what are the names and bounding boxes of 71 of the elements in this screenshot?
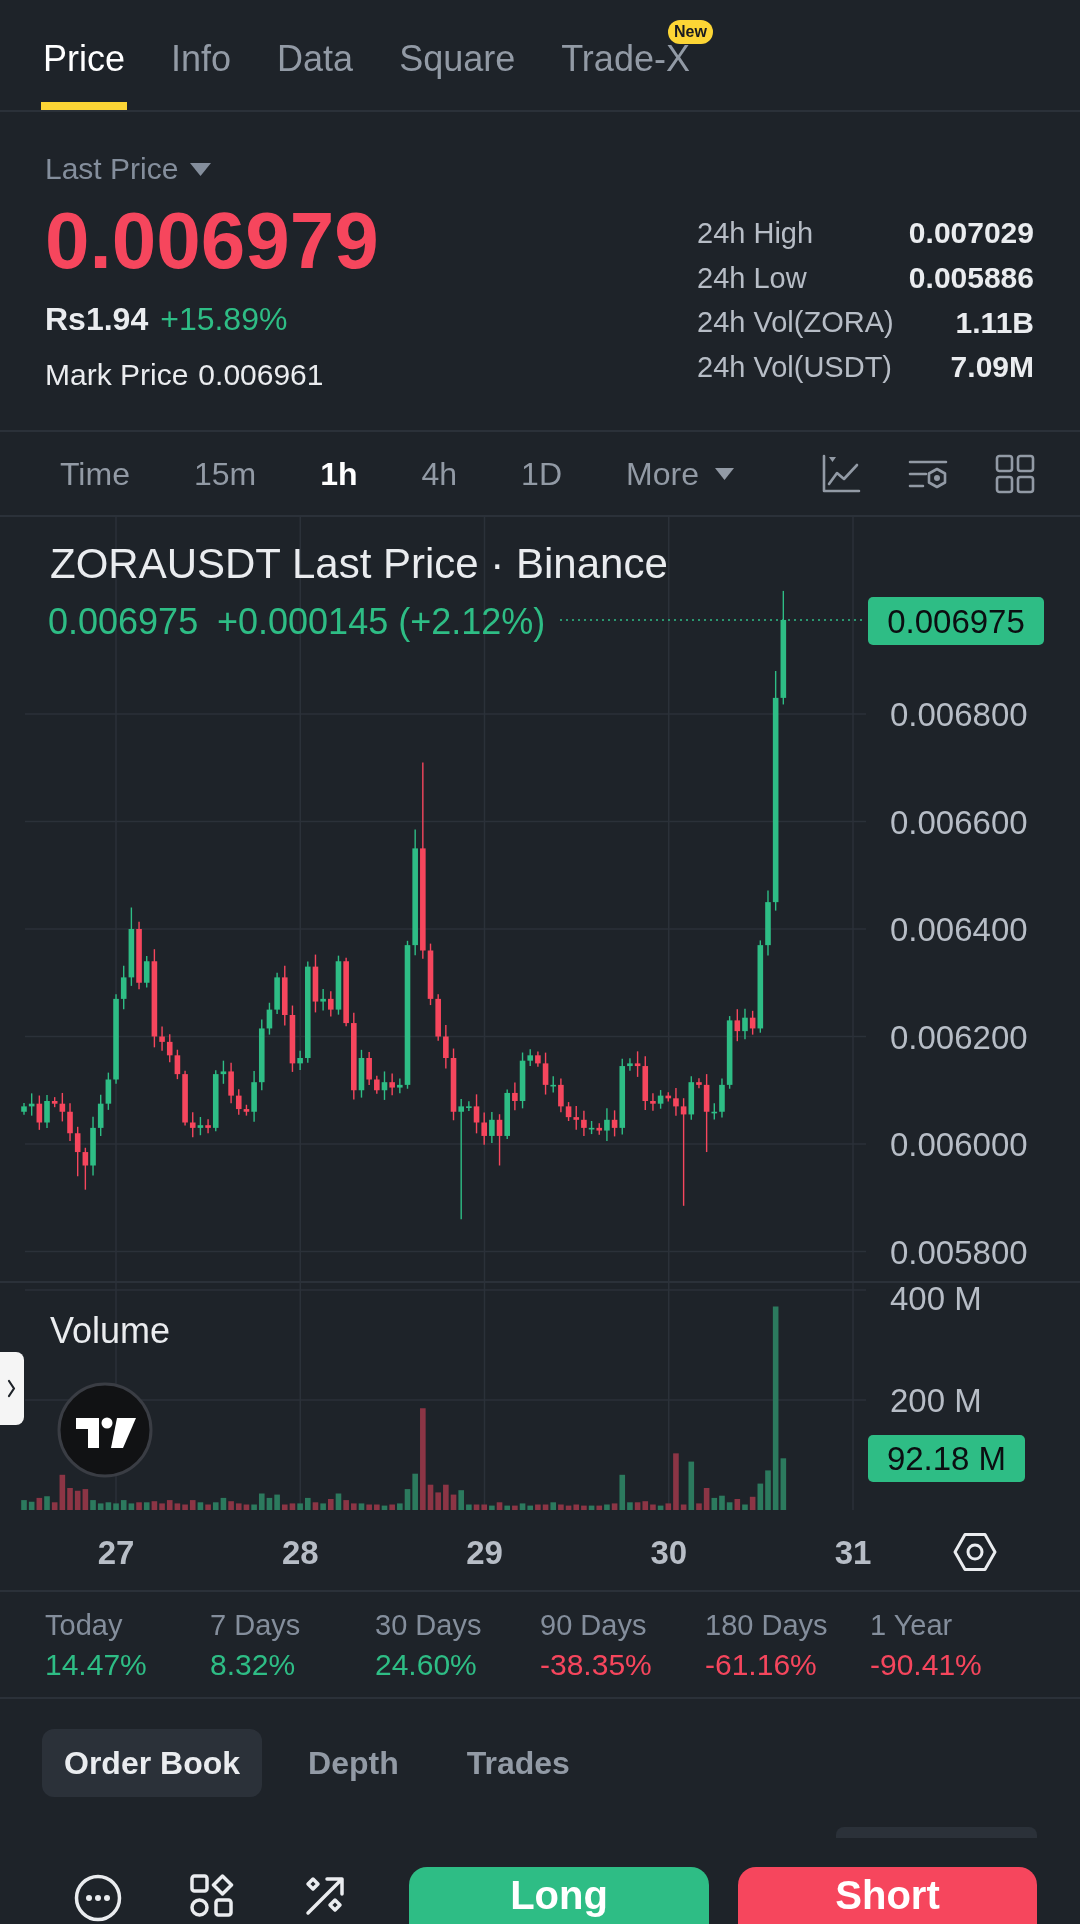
period-change: 14.47%: [45, 1647, 147, 1683]
stat-label: 24h Vol(USDT): [697, 350, 893, 384]
date-axis-label: 30: [650, 1534, 688, 1571]
new-badge: New: [668, 20, 713, 44]
interval-tab[interactable]: Time: [58, 453, 132, 494]
book-tab[interactable]: Trades: [444, 1729, 592, 1797]
period-label: 90 Days: [540, 1608, 647, 1643]
period-change: 8.32%: [210, 1647, 296, 1683]
book-tab[interactable]: Depth: [286, 1729, 421, 1797]
price-axis-label: 0.006200: [890, 1018, 1028, 1056]
tab[interactable]: Square: [397, 0, 518, 110]
tab[interactable]: Price: [41, 0, 128, 110]
stat-value: 0.005886: [908, 261, 1034, 296]
price-tag: 0.006975: [868, 597, 1044, 645]
price-axis-label: 0.006000: [890, 1126, 1028, 1163]
period-change: -90.41%: [870, 1647, 982, 1683]
price-axis-label: 0.005800: [890, 1233, 1028, 1271]
period-change: -61.16%: [705, 1647, 817, 1683]
stat-label: 24h Vol(ZORA): [697, 306, 894, 340]
short-button[interactable]: Short: [738, 1867, 1037, 1924]
stat-label: 24h High: [697, 216, 815, 250]
line-chart-icon[interactable]: [821, 453, 861, 494]
price-axis-label: 0.006800: [890, 696, 1028, 733]
period-label: 1 Year: [870, 1608, 953, 1643]
legend-change: +0.000145 (+2.12%): [217, 601, 546, 642]
settings-icon[interactable]: [953, 1533, 997, 1571]
period-change: 24.60%: [375, 1647, 477, 1683]
date-axis-label: 28: [281, 1534, 319, 1571]
date-axis-label: 27: [97, 1534, 135, 1571]
volume-axis-label: 400 M: [890, 1280, 982, 1317]
price-axis-label: 0.006600: [890, 803, 1028, 841]
caret-icon: [190, 162, 212, 176]
grid-icon[interactable]: [995, 453, 1035, 494]
volume-tag: 92.18 M: [868, 1435, 1025, 1482]
stat-value: 1.11B: [955, 305, 1034, 340]
price-axis-label: 0.006400: [890, 911, 1028, 948]
caret-icon: [714, 467, 734, 480]
panel-toggle-button[interactable]: [0, 1352, 24, 1425]
chevron-icon: [7, 1379, 16, 1398]
period-label: 30 Days: [375, 1608, 482, 1643]
chart-title: ZORAUSDT Last Price · Binance: [50, 540, 668, 587]
date-axis-label: 29: [466, 1534, 503, 1571]
price-change: +15.89%: [160, 300, 288, 339]
period-label: 180 Days: [705, 1608, 828, 1643]
arrow-icon[interactable]: [303, 1874, 347, 1918]
period-label: Today: [45, 1608, 123, 1643]
stat-label: 24h Low: [697, 261, 808, 295]
more-icon[interactable]: [74, 1874, 122, 1922]
volume-label: Volume: [50, 1310, 171, 1351]
stat-value: 7.09M: [950, 350, 1034, 385]
interval-tab[interactable]: More: [624, 453, 736, 494]
period-change: -38.35%: [540, 1647, 652, 1683]
tab[interactable]: Data: [275, 0, 356, 110]
mark-price-label: Mark Price: [45, 357, 189, 393]
book-tab[interactable]: Order Book: [42, 1729, 263, 1797]
volume-axis-label: 200 M: [890, 1382, 982, 1419]
interval-tab[interactable]: 15m: [191, 453, 259, 494]
date-axis-label: 31: [834, 1534, 872, 1571]
legend-price: 0.006975: [48, 601, 199, 642]
tab[interactable]: Info: [169, 0, 234, 110]
period-label: 7 Days: [210, 1608, 301, 1643]
mark-price-value: 0.006961: [198, 357, 324, 393]
logo-icon[interactable]: [57, 1382, 153, 1478]
interval-tab[interactable]: 1h: [318, 453, 360, 494]
apps-icon[interactable]: [190, 1874, 234, 1918]
stat-value: 0.007029: [908, 216, 1034, 251]
price-type-dropdown[interactable]: Last Price: [45, 151, 212, 187]
fiat-price: Rs1.94: [45, 300, 149, 339]
interval-tab[interactable]: 1D: [519, 453, 564, 494]
last-price: 0.006979: [45, 199, 379, 283]
interval-tab[interactable]: 4h: [419, 453, 460, 494]
